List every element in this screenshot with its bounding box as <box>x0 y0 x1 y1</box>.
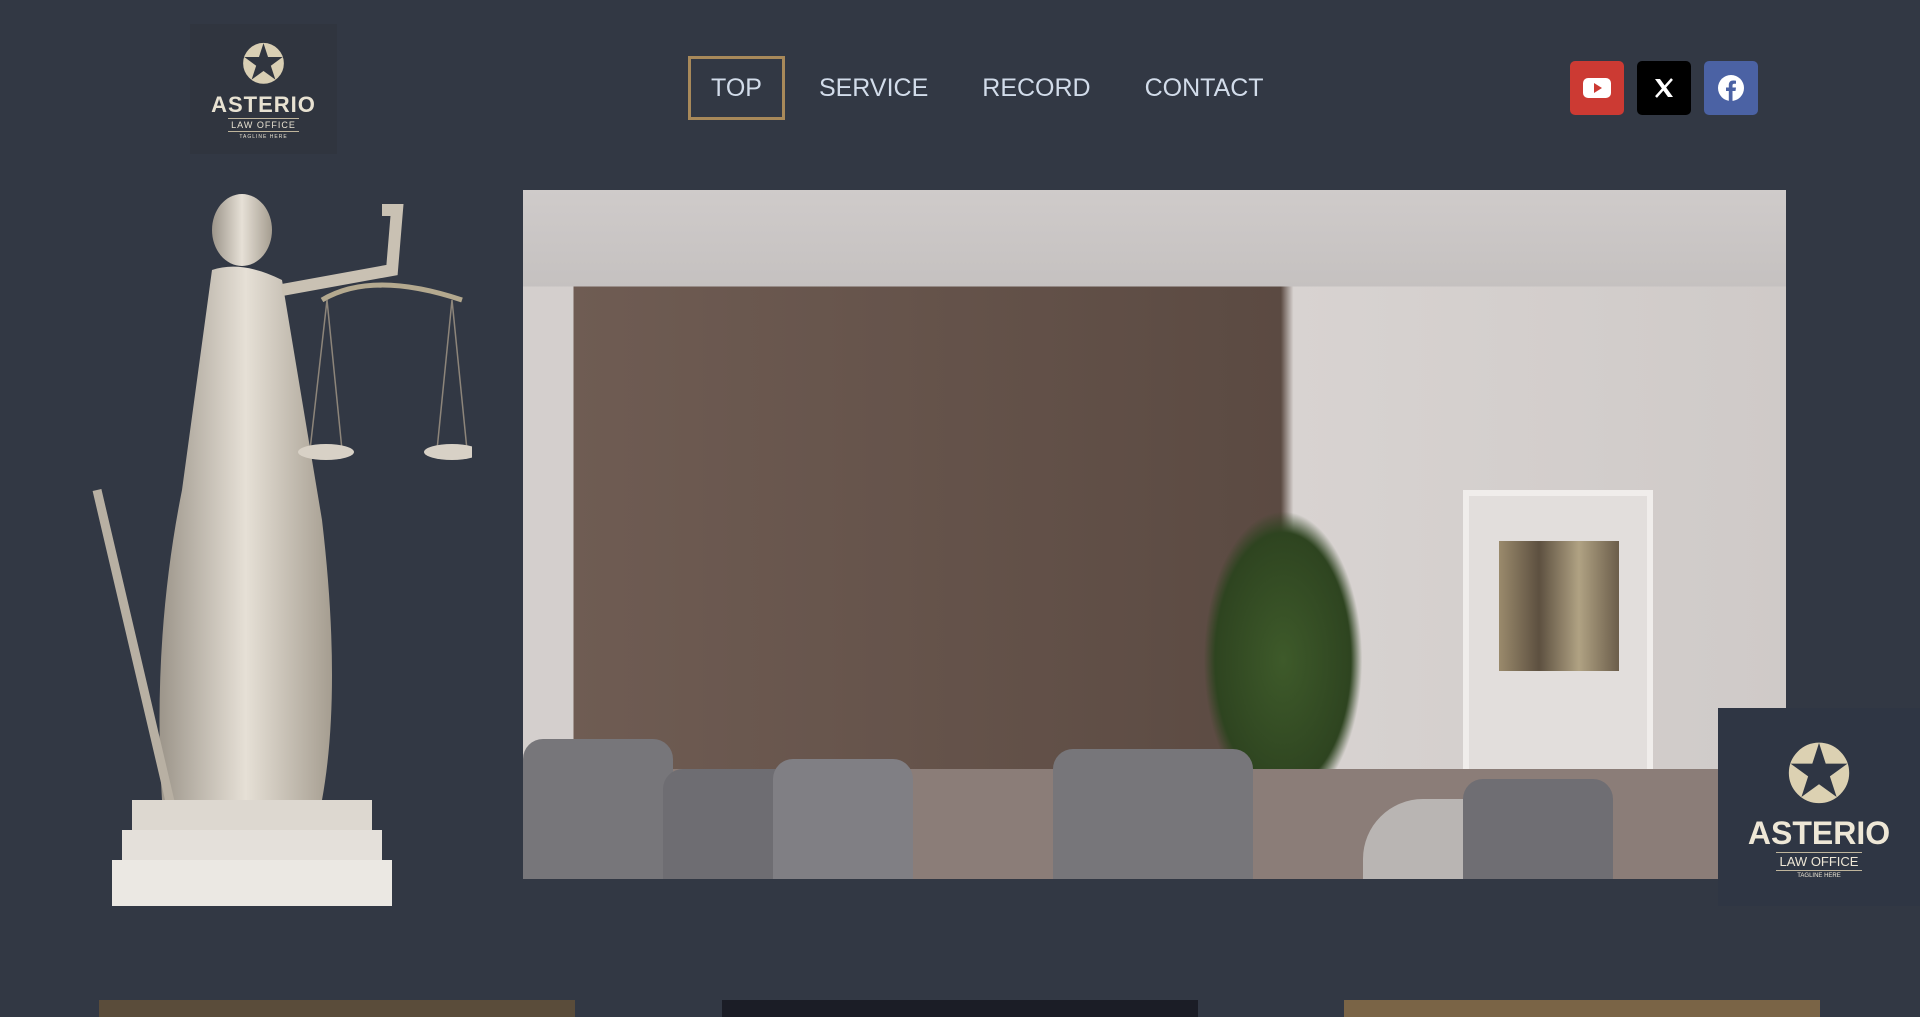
floating-logo[interactable]: ✪ ASTERIO LAW OFFICE TAGLINE HERE <box>1718 708 1920 906</box>
facebook-button[interactable] <box>1704 61 1758 115</box>
chair <box>1053 749 1253 879</box>
youtube-icon <box>1583 78 1611 98</box>
social-links <box>1570 61 1758 115</box>
star-emblem-icon: ✪ <box>1785 730 1853 819</box>
main-nav: TOP SERVICE RECORD CONTACT <box>688 56 1298 120</box>
wall-art <box>1463 490 1653 780</box>
star-emblem-icon: ✪ <box>240 35 287 95</box>
logo-sub: LAW OFFICE <box>1775 852 1863 871</box>
logo-name: ASTERIO <box>211 92 316 117</box>
logo-sub: LAW OFFICE <box>228 118 299 132</box>
office-interior-hero-image <box>523 190 1786 879</box>
chair <box>523 739 673 879</box>
chair <box>1463 779 1613 879</box>
feature-card-image[interactable] <box>722 1000 1198 1017</box>
feature-card-image[interactable] <box>99 1000 575 1017</box>
x-button[interactable] <box>1637 61 1691 115</box>
logo-tagline: TAGLINE HERE <box>1797 873 1841 879</box>
youtube-button[interactable] <box>1570 61 1624 115</box>
nav-service[interactable]: SERVICE <box>799 56 948 120</box>
lady-justice-statue-image <box>92 194 472 906</box>
x-icon <box>1655 78 1673 98</box>
logo-name: ASTERIO <box>1747 815 1891 851</box>
facebook-icon <box>1718 75 1744 102</box>
nav-contact[interactable]: CONTACT <box>1125 56 1284 120</box>
site-logo[interactable]: ✪ ASTERIO LAW OFFICE TAGLINE HERE <box>190 24 337 154</box>
nav-top[interactable]: TOP <box>688 56 785 120</box>
logo-tagline: TAGLINE HERE <box>239 134 288 140</box>
chair <box>773 759 913 879</box>
feature-card-image[interactable] <box>1344 1000 1820 1017</box>
nav-record[interactable]: RECORD <box>962 56 1110 120</box>
